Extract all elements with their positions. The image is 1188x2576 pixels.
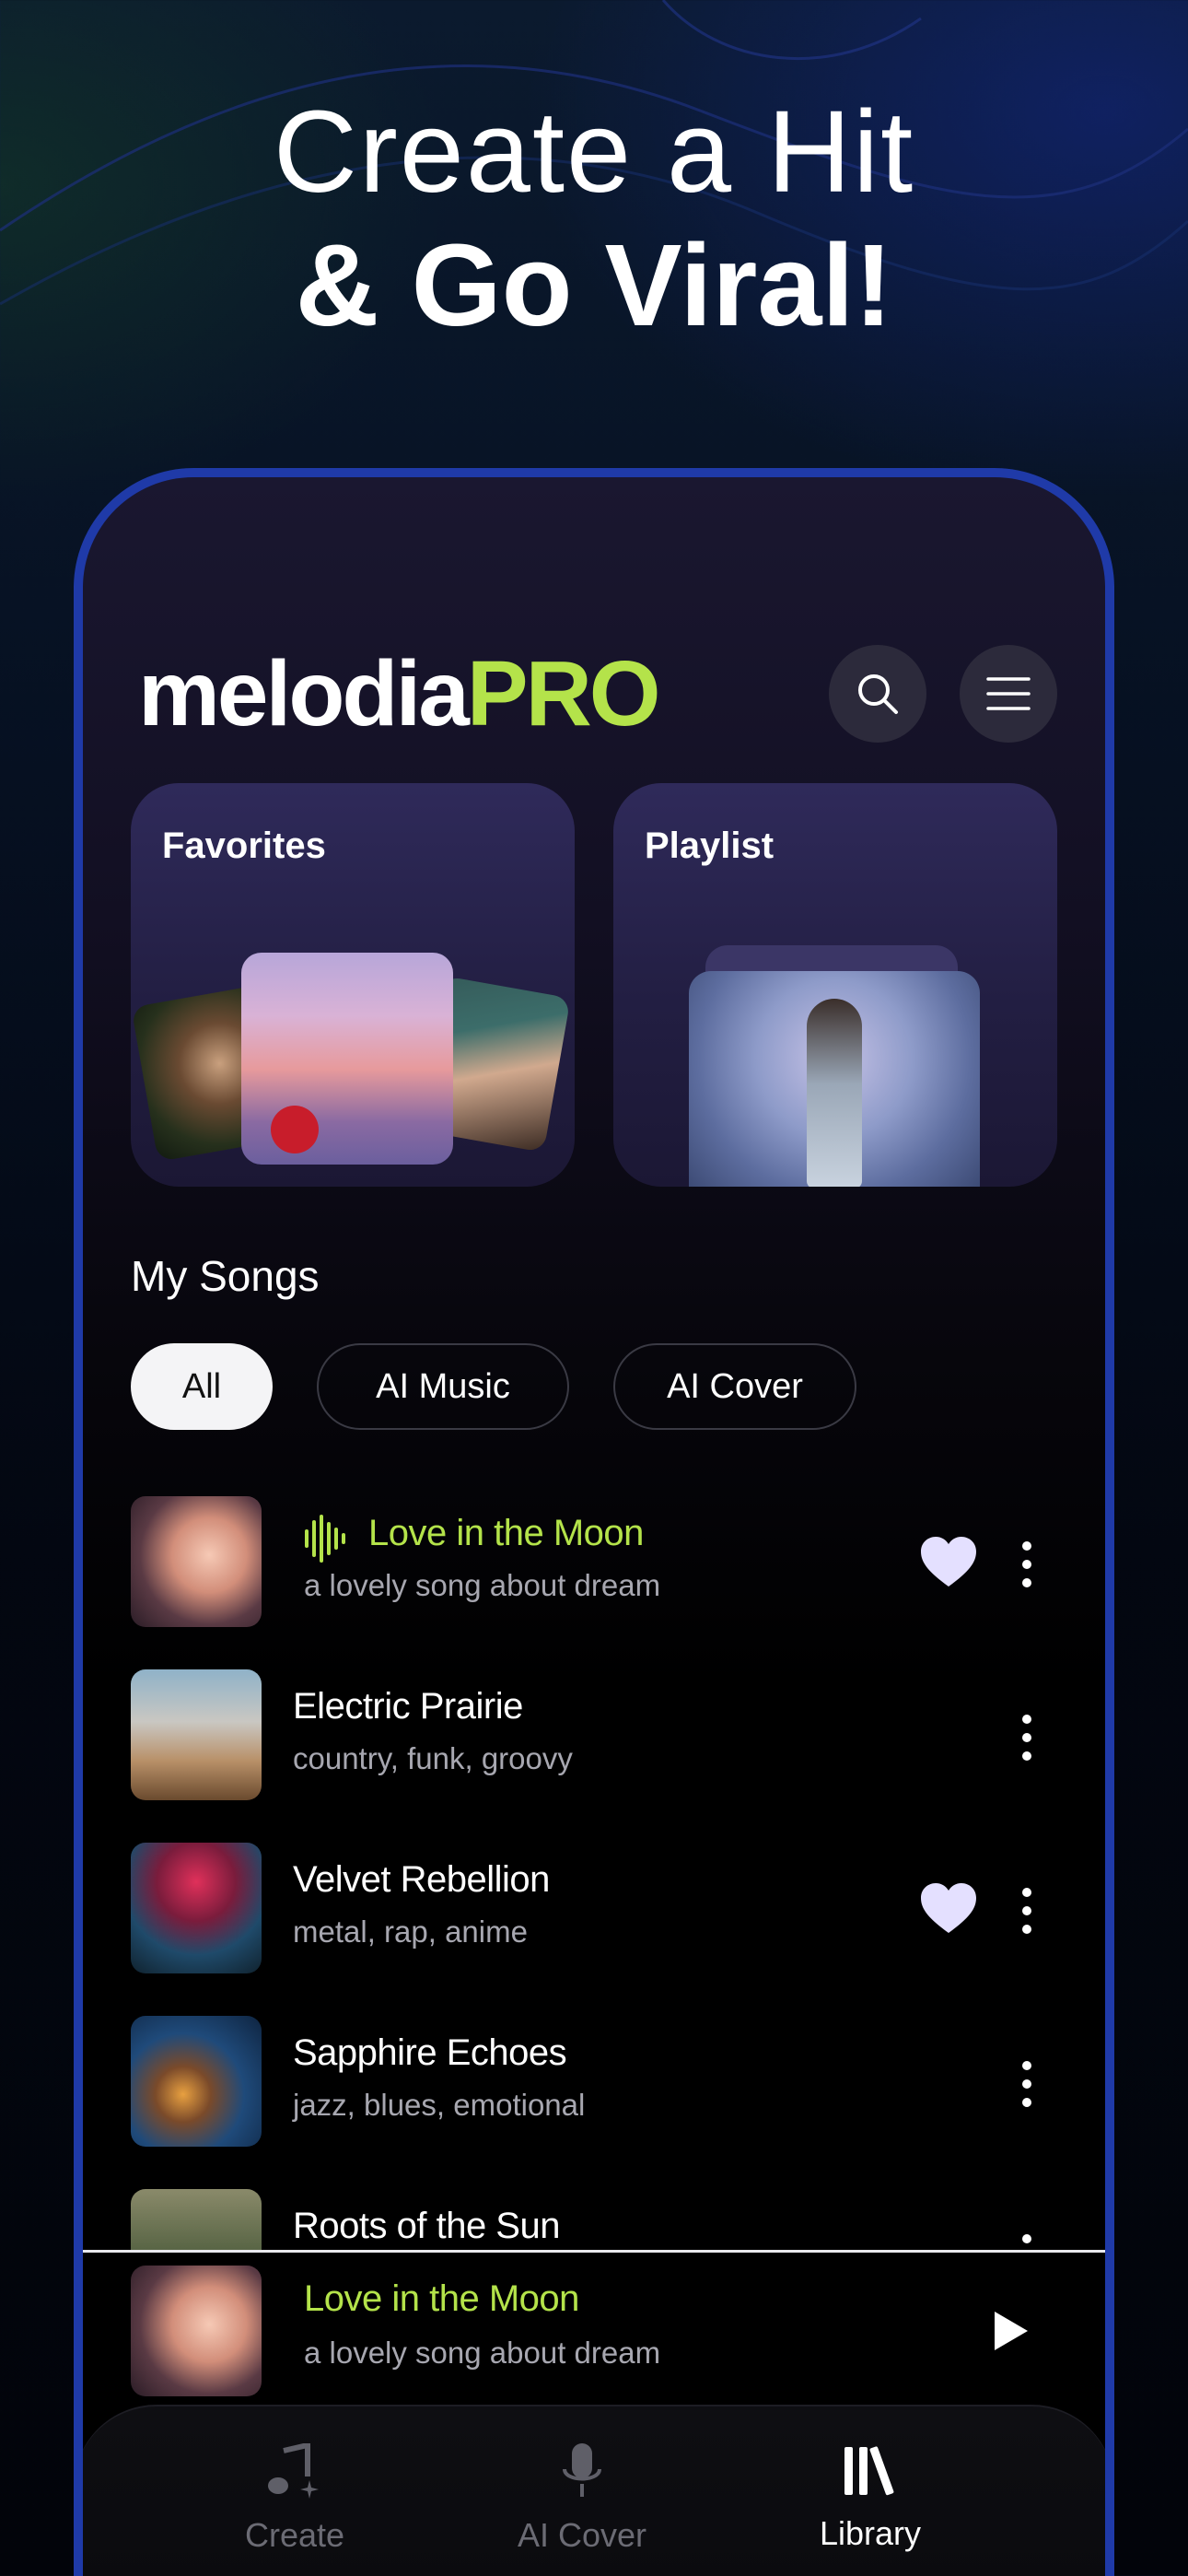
song-row[interactable]: Love in the Moon a lovely song about dre… [131, 1496, 1061, 1629]
favorites-title: Favorites [162, 825, 326, 866]
song-subtitle: metal, rap, anime [293, 1914, 528, 1949]
now-playing-title: Love in the Moon [304, 2278, 579, 2319]
play-icon[interactable] [993, 2310, 1030, 2352]
favorites-cover-center [241, 953, 453, 1165]
search-button[interactable] [829, 645, 926, 743]
logo-main: melodia [138, 642, 470, 745]
filter-ai-cover[interactable]: AI Cover [613, 1343, 856, 1430]
more-options-icon[interactable] [1013, 1710, 1041, 1765]
music-note-sparkle-icon [268, 2441, 319, 2499]
song-thumbnail [131, 2189, 262, 2250]
tab-create[interactable]: Create [193, 2441, 396, 2555]
my-songs-title: My Songs [131, 1252, 320, 1300]
tab-ai-cover[interactable]: AI Cover [481, 2443, 683, 2555]
more-options-icon[interactable] [1013, 2230, 1041, 2250]
tab-library-label: Library [819, 2514, 922, 2552]
song-subtitle: a lovely song about dream [304, 1568, 661, 1602]
bottom-tab-bar: Create AI Cover Library [83, 2405, 1105, 2576]
search-icon [858, 674, 898, 714]
tab-create-label: Create [244, 2516, 345, 2554]
song-row[interactable]: Velvet Rebellion metal, rap, anime [131, 1843, 1061, 1975]
more-options-icon[interactable] [1013, 1883, 1041, 1938]
song-thumbnail [131, 1669, 262, 1800]
more-options-icon[interactable] [1013, 2056, 1041, 2112]
song-title: Sapphire Echoes [293, 2032, 567, 2073]
song-title: Roots of the Sun [293, 2206, 560, 2246]
filter-all[interactable]: All [131, 1343, 273, 1430]
playlist-title: Playlist [645, 825, 775, 866]
app-logo: melodiaPRO [138, 642, 661, 745]
tab-library[interactable]: Library [769, 2443, 972, 2553]
hamburger-menu-icon [986, 677, 1031, 710]
figure-shape [807, 999, 862, 1187]
song-title: Velvet Rebellion [293, 1859, 550, 1900]
song-row[interactable]: Electric Prairie country, funk, groovy [131, 1669, 1061, 1802]
strawberry-shape [271, 1106, 319, 1153]
playlist-cover [689, 971, 980, 1187]
tab-ai-cover-label: AI Cover [517, 2516, 647, 2554]
heart-icon[interactable] [921, 1883, 976, 1935]
now-playing-thumbnail [131, 2266, 262, 2396]
song-row[interactable]: Roots of the Sun [131, 2189, 1061, 2250]
filter-ai-music[interactable]: AI Music [317, 1343, 569, 1430]
song-thumbnail [131, 1843, 262, 1973]
song-row[interactable]: Sapphire Echoes jazz, blues, emotional [131, 2016, 1061, 2149]
headline-line-2: & Go Viral! [295, 220, 893, 350]
favorites-card[interactable]: Favorites [131, 783, 575, 1187]
song-subtitle: country, funk, groovy [293, 1741, 573, 1775]
song-title: Love in the Moon [368, 1513, 644, 1553]
song-thumbnail [131, 2016, 262, 2147]
logo-accent: PRO [466, 642, 661, 745]
song-subtitle: jazz, blues, emotional [293, 2088, 586, 2122]
hero-headline: Create a Hit & Go Viral! [0, 88, 1188, 355]
song-thumbnail [131, 1496, 262, 1627]
microphone-icon [563, 2443, 601, 2497]
equalizer-icon [305, 1515, 345, 1563]
phone-frame: melodiaPRO Favorites Playlist My Songs A… [74, 468, 1114, 2576]
library-icon [844, 2446, 894, 2496]
now-playing-subtitle: a lovely song about dream [304, 2336, 661, 2370]
heart-icon[interactable] [921, 1537, 976, 1588]
playlist-card[interactable]: Playlist [613, 783, 1057, 1187]
headline-line-1: Create a Hit [273, 87, 915, 217]
menu-button[interactable] [960, 645, 1057, 743]
now-playing-bar[interactable]: Love in the Moon a lovely song about dre… [83, 2250, 1105, 2412]
more-options-icon[interactable] [1013, 1537, 1041, 1592]
song-title: Electric Prairie [293, 1686, 523, 1727]
